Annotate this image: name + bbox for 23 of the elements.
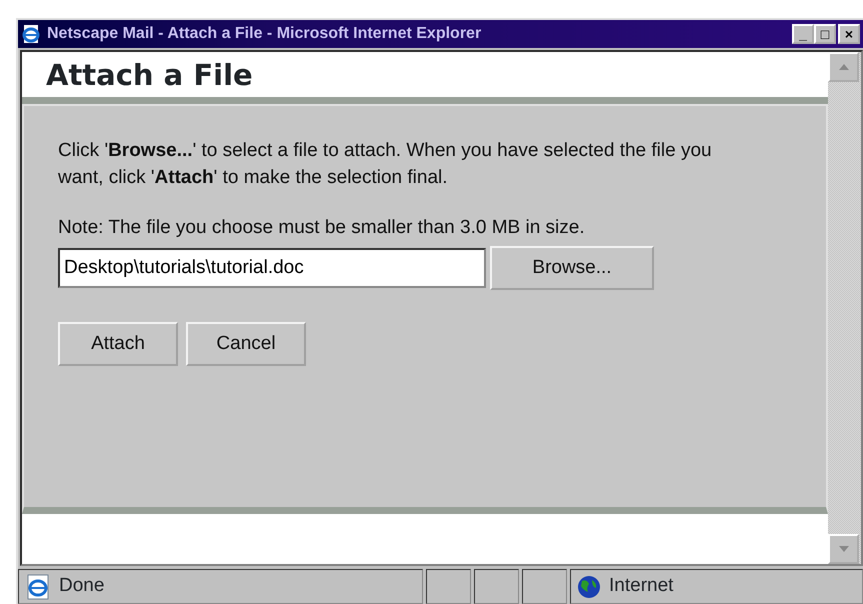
browser-icon — [21, 24, 41, 44]
globe-icon — [577, 574, 601, 598]
attach-button[interactable]: Attach — [58, 322, 178, 366]
status-panel — [426, 569, 471, 604]
note-text: Note: The file you choose must be smaller than 3.0 MB in size. — [58, 216, 586, 240]
status-text: Done — [59, 574, 104, 598]
scrollbar[interactable] — [828, 52, 861, 564]
close-button[interactable]: × — [838, 24, 860, 44]
minimize-button[interactable]: _ — [792, 24, 814, 44]
zone-text: Internet — [609, 574, 674, 598]
up-arrow-icon — [838, 63, 850, 71]
status-panel — [474, 569, 519, 604]
window-title: Netscape Mail - Attach a File - Microsoft Internet Explorer — [47, 24, 482, 44]
maximize-button[interactable]: □ — [814, 24, 836, 44]
scroll-down-button[interactable] — [828, 534, 859, 564]
browse-button[interactable]: Browse... — [490, 246, 654, 290]
file-path-field[interactable]: Desktop\tutorials\tutorial.doc — [58, 248, 486, 288]
down-arrow-icon — [838, 545, 850, 553]
page-icon — [25, 574, 51, 600]
status-panel — [522, 569, 567, 604]
instructions-text: Click 'Browse...' to select a file to attach. When you have selected the file you want, click 'Attach' to make the selection final. — [58, 139, 713, 190]
cancel-button[interactable]: Cancel — [186, 322, 306, 366]
scroll-up-button[interactable] — [828, 52, 859, 82]
